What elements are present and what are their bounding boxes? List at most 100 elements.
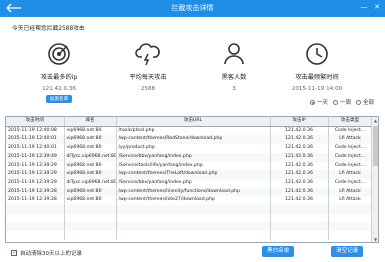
- stat-label: 平均每天攻击: [129, 74, 167, 81]
- table-cell: 2015-11-19 12:40:08: [6, 126, 65, 136]
- column-header-type[interactable]: 攻击类型: [328, 117, 373, 127]
- table-cell: [116, 231, 271, 240]
- table-cell: Code Inject...: [328, 178, 373, 188]
- stat-label: 攻击最多的ip: [40, 74, 78, 81]
- table-cell: 121.42.0.36: [270, 178, 329, 188]
- radio-icon: [332, 99, 338, 105]
- table-row[interactable]: [6, 205, 373, 214]
- table-cell: 2015-11-19 12:39:29: [6, 161, 65, 171]
- cloud-lightning-icon: [135, 43, 160, 66]
- table-cell: /wp-content/themes/linenity/functions/do…: [116, 187, 271, 197]
- table-row[interactable]: 2015-11-19 12:39:29 dlTysc.vip6968.net:80…: [6, 178, 373, 188]
- table-cell: /tools/ptool.php: [116, 126, 271, 136]
- table-cell: /wp-content/themes/RedStone/download.php: [116, 135, 271, 145]
- column-header-url[interactable]: 攻击URL: [116, 117, 271, 127]
- table-cell: [64, 213, 117, 223]
- close-button[interactable]: ✕: [373, 3, 381, 11]
- table-cell: [64, 231, 117, 240]
- stat-peak-time: 攻击最频繁时间 2015-11-19 14:00: [272, 40, 362, 92]
- table-cell: [270, 213, 329, 223]
- blacklist-button[interactable]: 黑白名单: [262, 246, 295, 257]
- summary-text: 今天已经帮您拦截2588攻击: [12, 26, 85, 32]
- table-cell: 121.42.0.36: [270, 152, 329, 162]
- stat-top-ip: 攻击最多的ip 121.42.0.36 加黑名单: [14, 40, 104, 103]
- table-cell: [116, 222, 271, 232]
- table-cell: /Service/bbx/yanfang/index.php: [116, 152, 271, 162]
- table-cell: [64, 205, 117, 214]
- minimize-button[interactable]: —: [360, 3, 368, 11]
- stat-value: 121.42.0.36: [42, 86, 76, 92]
- table-cell: [270, 205, 329, 214]
- table-cell: [328, 205, 373, 214]
- table-row[interactable]: 2015-11-19 12:39:29 vip6968.net:80/wp-con…: [6, 170, 373, 179]
- period-option-day[interactable]: 一天: [309, 98, 328, 106]
- table-cell: vip6968.net:80: [64, 161, 117, 171]
- table-cell: [6, 231, 65, 240]
- table-row[interactable]: 2015-11-19 12:39:49 dlTysc.vip6968.net:80…: [6, 152, 373, 162]
- table-cell: 2015-11-19 12:39:29: [6, 178, 65, 188]
- stat-label: 攻击最频繁时间: [295, 74, 339, 81]
- title-bar: 拦截攻击详情 — ✕: [0, 0, 385, 17]
- table-cell: /yy/product.php: [116, 144, 271, 153]
- table-cell: 2015-11-19 12:39:28: [6, 196, 65, 206]
- table-row[interactable]: 2015-11-19 12:39:28 vip6968.net:80/wp-con…: [6, 196, 373, 206]
- table-cell: 2015-11-19 12:39:28: [6, 187, 65, 197]
- stat-value: 2588: [140, 86, 156, 92]
- clear-records-button[interactable]: 清空记录: [331, 246, 364, 257]
- table-cell: [6, 222, 65, 232]
- table-cell: 2015-11-19 12:39:49: [6, 152, 65, 162]
- table-header-row: 攻击时间 域名 攻击URL 攻击IP 攻击类型: [6, 117, 373, 127]
- table-cell: 121.42.0.36: [270, 144, 329, 153]
- column-header-domain[interactable]: 域名: [64, 117, 117, 127]
- table-cell: [328, 222, 373, 232]
- window-title: 拦截攻击详情: [171, 4, 214, 12]
- table-cell: 121.42.0.36: [270, 135, 329, 145]
- table-row[interactable]: 2015-11-19 12:39:29 vip6968.net:80/Servic…: [6, 161, 373, 171]
- auto-clear-checkbox[interactable]: [11, 249, 17, 256]
- table-cell: vip6968.net:80: [64, 196, 117, 206]
- period-option-week[interactable]: 一周: [332, 98, 351, 106]
- table-cell: 2015-11-19 12:40:01: [6, 135, 65, 145]
- table-row[interactable]: [6, 231, 373, 240]
- table-row[interactable]: 2015-11-19 12:39:28 vip6968.net:80/wp-con…: [6, 187, 373, 197]
- clock-icon: [306, 43, 328, 65]
- table-cell: vip6968.net:80: [64, 135, 117, 145]
- table-row[interactable]: 2015-11-19 12:40:08 vip6968.net:80/tools/…: [6, 126, 373, 136]
- table-cell: 121.42.0.36: [270, 170, 329, 179]
- scroll-down-icon[interactable]: ▼: [372, 236, 378, 242]
- table-cell: vip6968.net:80: [64, 144, 117, 153]
- table-cell: vip6968.net:80: [64, 187, 117, 197]
- table-cell: vip6968.net:80: [64, 170, 117, 179]
- scroll-up-icon[interactable]: ▲: [372, 117, 378, 124]
- footer-bar: 自动清除30天以上的记录 黑白名单 清空记录: [0, 244, 385, 262]
- stat-hacker-count: 黑客人数 3: [189, 40, 279, 92]
- add-blacklist-button[interactable]: 加黑名单: [45, 95, 73, 103]
- table-row[interactable]: 2015-11-19 12:40:01 vip6968.net:80/yy/pro…: [6, 144, 373, 153]
- table-cell: 2015-11-19 12:39:29: [6, 170, 65, 179]
- auto-clear-option[interactable]: 自动清除30天以上的记录: [11, 249, 82, 257]
- period-selector: 一天 一周 全部: [309, 98, 374, 106]
- vertical-scrollbar[interactable]: ▲ ▼: [371, 117, 378, 242]
- table-cell: Code Inject...: [328, 161, 373, 171]
- table-row[interactable]: [6, 222, 373, 232]
- stat-label: 黑客人数: [221, 74, 247, 81]
- scroll-thumb[interactable]: [373, 126, 378, 166]
- table-cell: [6, 213, 65, 223]
- auto-clear-label: 自动清除30天以上的记录: [20, 251, 82, 257]
- table-row[interactable]: 2015-11-19 12:40:01 vip6968.net:80/wp-con…: [6, 135, 373, 145]
- table-cell: [270, 231, 329, 240]
- period-option-all[interactable]: 全部: [355, 98, 374, 106]
- table-cell: 2015-11-19 12:40:01: [6, 144, 65, 153]
- table-cell: dlTysc.vip6968.net:80: [64, 152, 117, 162]
- person-icon: [224, 43, 244, 65]
- stat-value: 2015-11-19 14:00: [291, 86, 343, 92]
- table-row[interactable]: [6, 213, 373, 223]
- table-cell: [64, 222, 117, 232]
- table-cell: [116, 205, 271, 214]
- column-header-time[interactable]: 攻击时间: [6, 117, 65, 127]
- table-cell: /wp-content/themes/lote27/download.php: [116, 196, 271, 206]
- table-cell: [328, 213, 373, 223]
- stat-daily-average: 平均每天攻击 2588: [103, 40, 193, 92]
- table-cell: 121.42.0.36: [270, 187, 329, 197]
- column-header-ip[interactable]: 攻击IP: [270, 117, 329, 127]
